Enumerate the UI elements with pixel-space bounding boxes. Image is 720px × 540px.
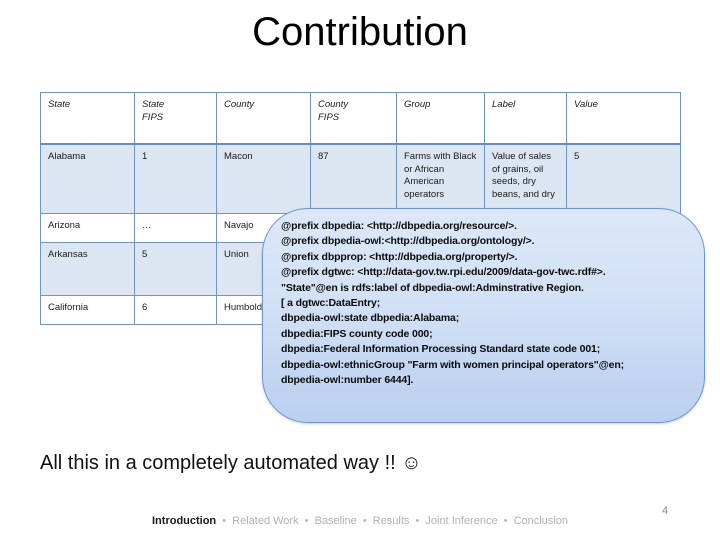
cell-group: Farms with Black or African American ope… [396, 143, 485, 214]
nav-separator: • [415, 515, 420, 527]
nav-item-baseline[interactable]: Baseline [315, 515, 357, 527]
smiley-icon: ☺ [401, 452, 422, 474]
table-row: Alabama 1 Macon 87 Farms with Black or A… [40, 143, 681, 214]
column-header-line1: State [48, 99, 71, 110]
closing-statement-text: All this in a completely automated way !… [40, 452, 396, 474]
nav-item-joint-inference[interactable]: Joint Inference [425, 515, 497, 527]
nav-separator: • [222, 515, 227, 527]
cell-state: Alabama [40, 143, 135, 214]
nav-separator: • [503, 515, 508, 527]
column-header-county: County [216, 92, 311, 145]
column-header-line1: Value [574, 99, 598, 110]
cell-state: Arkansas [40, 242, 135, 296]
column-header-line1: County [224, 99, 255, 110]
rdf-turtle-callout: @prefix dbpedia: <http://dbpedia.org/res… [262, 208, 705, 423]
cell-county: Macon [216, 143, 311, 214]
nav-item-related-work[interactable]: Related Work [232, 515, 298, 527]
column-header-value: Value [566, 92, 681, 145]
closing-statement: All this in a completely automated way !… [40, 452, 422, 475]
section-navigation: Introduction • Related Work • Baseline •… [0, 515, 720, 527]
cell-label: Value of sales of grains, oil seeds, dry… [484, 143, 567, 214]
nav-item-results[interactable]: Results [373, 515, 410, 527]
column-header-line2: FIPS [318, 111, 340, 123]
column-header-line1: State [142, 99, 165, 110]
column-header-label: Label [484, 92, 567, 145]
page-number: 4 [662, 505, 669, 517]
nav-separator: • [362, 515, 367, 527]
column-header-line1: Group [404, 99, 431, 110]
column-header-line1: Label [492, 99, 516, 110]
cell-state-fips: 1 [134, 143, 217, 214]
column-header-line2: FIPS [142, 111, 164, 123]
column-header-group: Group [396, 92, 485, 145]
cell-state-fips: … [134, 213, 217, 243]
cell-state: Arizona [40, 213, 135, 243]
page-title: Contribution [252, 10, 468, 54]
cell-value: 5 [566, 143, 681, 214]
nav-separator: • [304, 515, 309, 527]
nav-item-introduction[interactable]: Introduction [152, 515, 216, 527]
column-header-state-fips: State FIPS [134, 92, 217, 145]
cell-county-fips: 87 [310, 143, 397, 214]
column-header-county-fips: County FIPS [310, 92, 397, 145]
nav-item-conclusion[interactable]: Conclusion [514, 515, 568, 527]
table-header-row: State State FIPS County County FIPS Grou… [40, 92, 681, 145]
cell-state-fips: 6 [134, 295, 217, 325]
column-header-state: State [40, 92, 135, 145]
column-header-line1: County [318, 99, 349, 110]
cell-state: California [40, 295, 135, 325]
rdf-turtle-text: @prefix dbpedia: <http://dbpedia.org/res… [281, 220, 624, 387]
cell-state-fips: 5 [134, 242, 217, 296]
